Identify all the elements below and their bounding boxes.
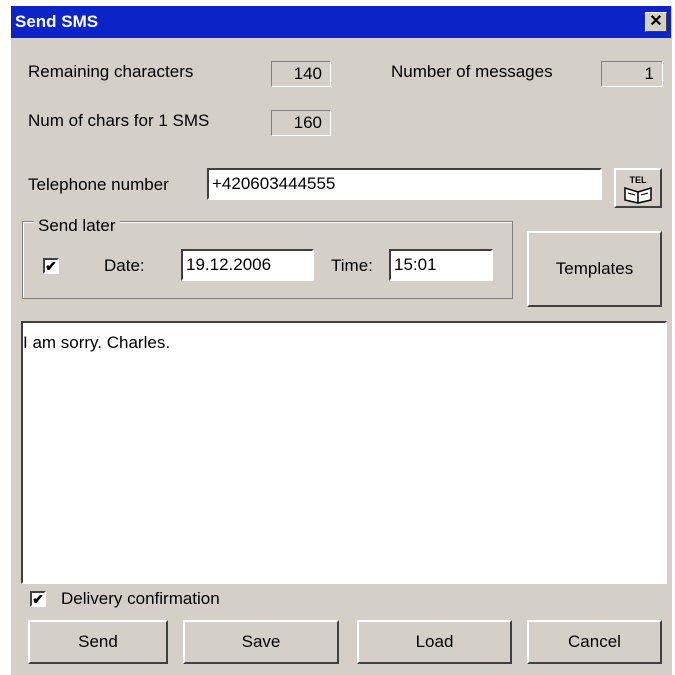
delivery-confirmation-checkbox[interactable]: ✔	[30, 591, 46, 607]
templates-button-label: Templates	[555, 259, 634, 278]
cancel-button-label: Cancel	[568, 632, 621, 651]
date-label: Date:	[104, 256, 145, 275]
telephone-number-label: Telephone number	[28, 175, 169, 194]
load-button-label: Load	[415, 632, 454, 651]
title-bar: Send SMS ✕	[11, 6, 671, 38]
message-textarea[interactable]: I am sorry. Charles.	[21, 321, 667, 584]
save-button-label: Save	[241, 632, 281, 651]
phonebook-button[interactable]: TEL	[614, 168, 662, 208]
cancel-button[interactable]: Cancel	[527, 620, 662, 664]
close-button[interactable]: ✕	[645, 12, 667, 32]
svg-text:TEL: TEL	[630, 175, 648, 185]
chars-per-sms-value: 160	[271, 110, 331, 136]
number-of-messages-value: 1	[601, 61, 663, 87]
save-button[interactable]: Save	[183, 620, 339, 664]
send-button-label: Send	[78, 632, 118, 651]
remaining-characters-value: 140	[271, 61, 331, 87]
chars-per-sms-label: Num of chars for 1 SMS	[28, 111, 210, 130]
phonebook-icon: TEL	[624, 175, 652, 204]
remaining-characters-label: Remaining characters	[28, 62, 194, 81]
send-button[interactable]: Send	[28, 620, 168, 664]
message-text: I am sorry. Charles.	[23, 333, 171, 352]
templates-button[interactable]: Templates	[527, 231, 662, 307]
time-input[interactable]: 15:01	[389, 249, 493, 281]
send-later-checkbox[interactable]: ✔	[43, 258, 59, 274]
load-button[interactable]: Load	[357, 620, 512, 664]
telephone-number-input[interactable]: +420603444555	[207, 168, 602, 200]
delivery-confirmation-label: Delivery confirmation	[61, 589, 220, 608]
send-later-legend: Send later	[34, 216, 120, 236]
window-title: Send SMS	[15, 12, 99, 31]
date-input[interactable]: 19.12.2006	[181, 249, 314, 281]
number-of-messages-label: Number of messages	[391, 62, 553, 81]
time-label: Time:	[331, 256, 373, 275]
